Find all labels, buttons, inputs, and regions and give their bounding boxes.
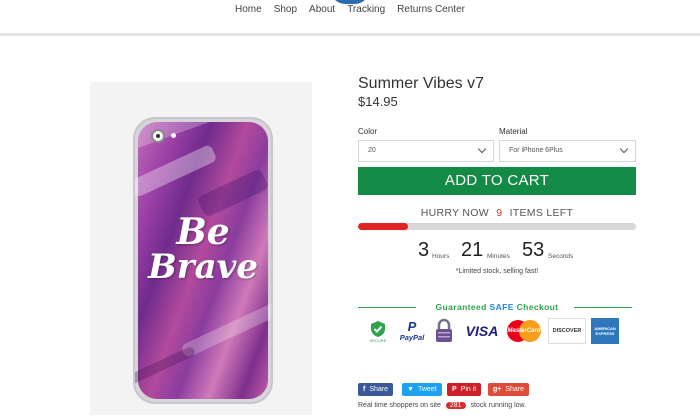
timer-seconds: 53 [522,239,545,261]
ssl-secure-badge: SECURE [366,318,390,344]
twitter-tweet-label: Tweet [417,386,437,393]
nav-about[interactable]: About [303,4,341,15]
amex-label: AMERICAN EXPRESS [594,326,616,336]
material-label: Material [499,127,528,136]
visa-label: VISA [465,323,499,339]
ssl-badge-label: SECURE [369,337,387,343]
color-select[interactable]: 20 [358,140,494,162]
pinterest-pin-label: Pin it [460,386,477,393]
paypal-label: PayPal [399,333,425,342]
nav-home[interactable]: Home [229,4,268,15]
timer-minutes: 21 [461,239,484,261]
safe-checkout-heading: Guaranteed SAFE Checkout [358,302,636,312]
pinterest-icon: P [452,386,457,393]
google-share-label: Share [505,386,525,393]
flash-icon [171,133,176,138]
lock-badge [432,318,456,344]
nav-tracking[interactable]: Tracking [341,4,391,15]
camera-lens-icon [151,129,165,143]
realtime-suffix: stock running low. [470,402,527,409]
visa-badge: VISA [463,318,501,344]
phone-case-image[interactable]: Be Brave [133,117,273,404]
material-select[interactable]: For iPhone 6Plus [499,140,636,162]
facebook-share-label: Share [369,386,389,393]
product-price: $14.95 [358,94,398,109]
twitter-tweet-button[interactable]: ▼ Tweet [402,383,442,396]
paypal-badge: P PayPal [396,318,428,344]
timer-seconds-label: Seconds [548,253,574,260]
shield-check-icon [371,320,385,337]
nav-returns-center[interactable]: Returns Center [391,4,471,15]
discover-label: DISCOVER [552,328,582,334]
realtime-shoppers: Real time shoppers on site 281 stock run… [358,402,526,409]
stock-alert-suffix: ITEMS LEFT [509,207,574,219]
safe-checkout-suffix: Checkout [516,302,559,312]
realtime-count-badge: 281 [445,402,466,409]
color-label: Color [358,127,378,136]
chevron-down-icon [477,144,487,154]
pinterest-pin-button[interactable]: P Pin it [447,383,482,396]
timer-minutes-label: Minutes [487,253,510,260]
header-divider [0,33,700,36]
add-to-cart-button[interactable]: ADD TO CART [358,167,636,195]
stock-count: 9 [496,207,503,219]
stock-progress-bar [358,223,636,230]
facebook-icon: f [363,386,366,393]
timer-hours: 3 [418,239,430,261]
nav-shop[interactable]: Shop [268,4,303,15]
main-nav: Home Shop About Tracking Returns Center [0,4,700,15]
material-select-value: For iPhone 6Plus [509,147,563,154]
mastercard-badge: MasterCard [505,318,543,344]
amex-badge: AMERICAN EXPRESS [591,318,619,344]
safe-checkout-safe: SAFE [489,302,514,312]
mastercard-label: MasterCard [507,328,541,334]
facebook-share-button[interactable]: f Share [358,383,394,396]
lock-icon [436,318,452,342]
stock-alert-prefix: HURRY NOW [420,207,489,219]
safe-checkout-prefix: Guaranteed [435,302,487,312]
stock-alert: HURRY NOW 9 ITEMS LEFT [358,207,636,219]
stock-progress-fill [358,223,409,230]
product-title: Summer Vibes v7 [358,75,484,92]
limited-stock-note: *Limited stock, selling fast! [455,268,539,275]
paypal-icon: P [407,319,417,334]
realtime-prefix: Real time shoppers on site [358,402,441,409]
google-plus-icon: g+ [493,386,502,393]
discover-badge: DISCOVER [548,318,586,344]
case-text-line-2: Brave [147,247,259,287]
color-select-value: 20 [368,147,376,154]
twitter-icon: ▼ [407,386,414,393]
google-share-button[interactable]: g+ Share [488,383,530,396]
timer-hours-label: Hours [432,253,450,260]
chevron-down-icon [619,144,629,154]
